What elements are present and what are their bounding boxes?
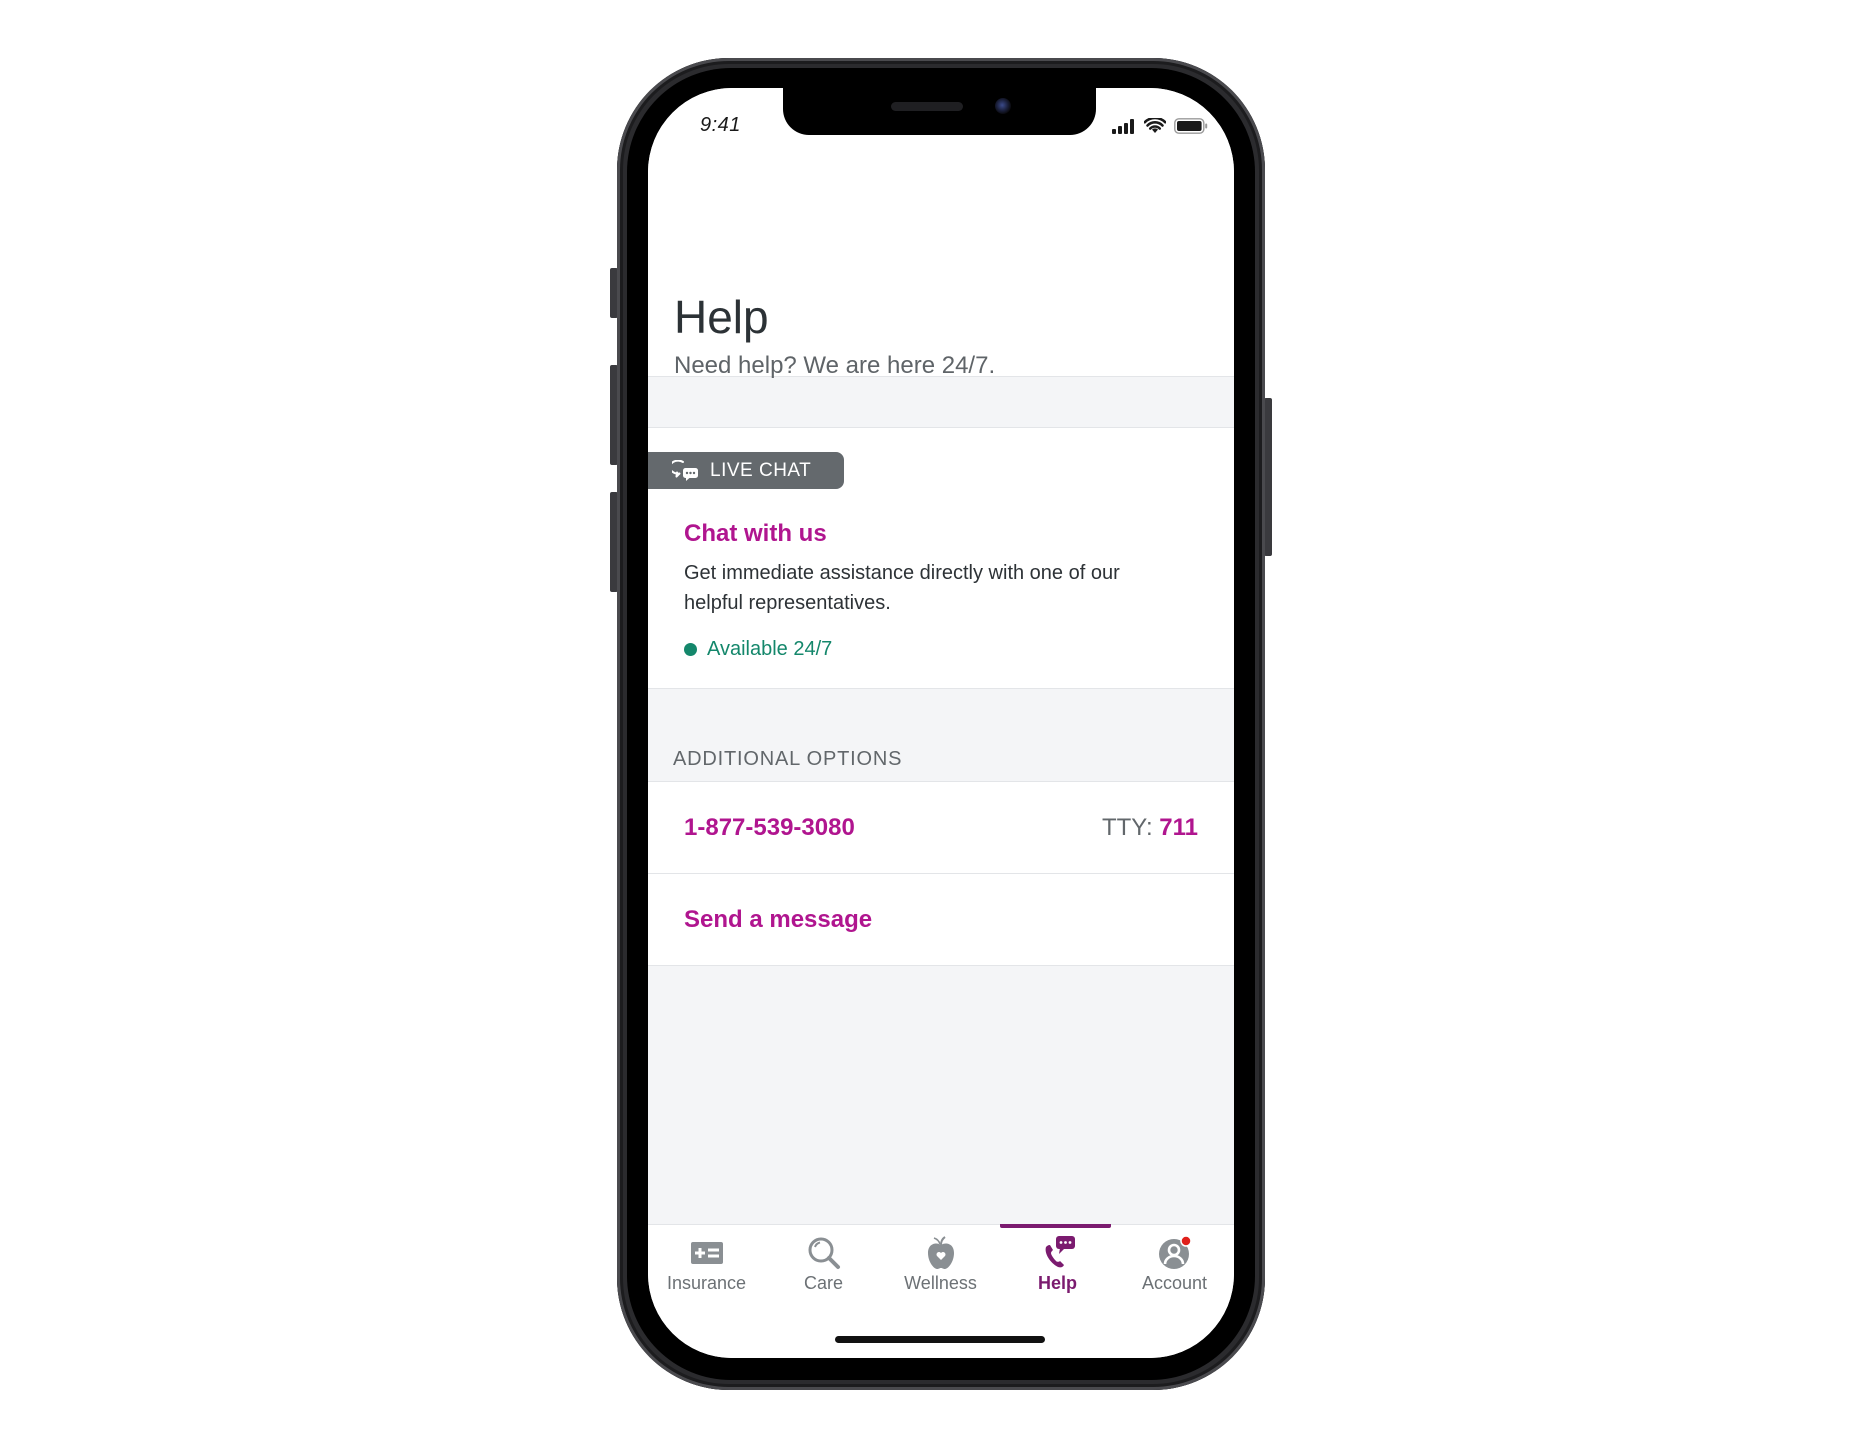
additional-options-heading: ADDITIONAL OPTIONS bbox=[673, 748, 903, 770]
live-chat-badge-label: LIVE CHAT bbox=[710, 459, 812, 481]
power-button bbox=[1264, 398, 1272, 556]
live-chat-badge: LIVE CHAT bbox=[648, 452, 844, 489]
tab-label: Account bbox=[1141, 1273, 1208, 1293]
tab-account[interactable]: Account bbox=[1116, 1225, 1233, 1305]
tty-info: TTY: 711 bbox=[1102, 814, 1198, 842]
page-header: Help Need help? We are here 24/7. bbox=[648, 148, 1234, 379]
page-title: Help bbox=[674, 291, 769, 343]
tab-insurance[interactable]: Insurance bbox=[648, 1225, 765, 1305]
status-icons bbox=[1112, 118, 1208, 134]
page-subtitle: Need help? We are here 24/7. bbox=[674, 352, 996, 379]
tab-label: Help bbox=[1037, 1273, 1077, 1293]
phone-number-link[interactable]: 1-877-539-3080 bbox=[684, 814, 855, 842]
send-message-link[interactable]: Send a message bbox=[684, 906, 872, 934]
tab-wellness[interactable]: Wellness bbox=[882, 1225, 999, 1305]
notification-dot-icon bbox=[1179, 1235, 1192, 1247]
tab-help[interactable]: Help bbox=[999, 1225, 1116, 1305]
chat-with-us-link[interactable]: Chat with us bbox=[684, 520, 827, 548]
availability-text: Available 24/7 bbox=[707, 638, 833, 660]
tab-label: Care bbox=[803, 1273, 843, 1293]
tab-label: Insurance bbox=[666, 1273, 747, 1293]
tab-label: Wellness bbox=[904, 1273, 977, 1293]
signal-icon bbox=[1112, 118, 1134, 134]
chat-description: Get immediate assistance directly with o… bbox=[684, 562, 1120, 614]
search-icon bbox=[808, 1237, 840, 1269]
battery-icon bbox=[1174, 118, 1208, 134]
live-chat-card[interactable]: LIVE CHAT Chat with us Get immediate ass… bbox=[648, 427, 1234, 689]
apple-heart-icon bbox=[927, 1236, 954, 1269]
phone-chat-icon bbox=[1045, 1236, 1075, 1268]
insurance-card-icon bbox=[690, 1242, 723, 1264]
status-time: 9:41 bbox=[700, 114, 741, 136]
home-indicator[interactable] bbox=[835, 1336, 1045, 1343]
tab-care[interactable]: Care bbox=[765, 1225, 882, 1305]
front-camera bbox=[995, 98, 1011, 114]
availability-status: Available 24/7 bbox=[684, 638, 832, 661]
chat-bubbles-icon bbox=[672, 459, 698, 481]
phone-screen: 9:41 Help Need help? We are here 24/7. L… bbox=[648, 88, 1234, 1358]
tty-number-link[interactable]: 711 bbox=[1159, 814, 1198, 841]
phone-row: 1-877-539-3080 TTY: 711 bbox=[648, 781, 1234, 873]
notch bbox=[783, 88, 1096, 135]
speaker-grill bbox=[891, 102, 963, 111]
tty-label: TTY: bbox=[1101, 814, 1153, 841]
status-dot-icon bbox=[684, 643, 697, 656]
send-message-row[interactable]: Send a message bbox=[648, 873, 1234, 966]
wifi-icon bbox=[1144, 118, 1166, 133]
account-icon bbox=[1158, 1235, 1192, 1269]
